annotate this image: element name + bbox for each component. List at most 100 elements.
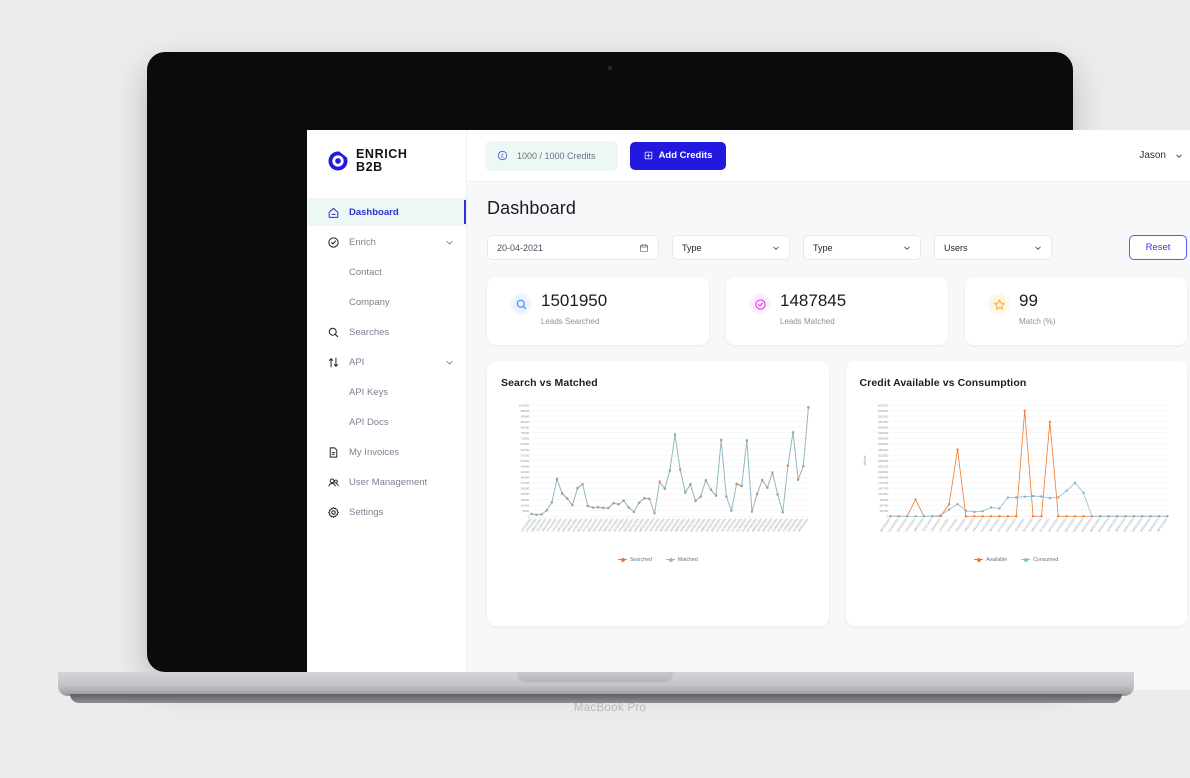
data-point — [725, 495, 728, 498]
data-point — [1165, 515, 1169, 518]
data-point — [571, 504, 574, 507]
topbar: £ 1000 / 1000 Credits Add Credits Jason — [467, 130, 1190, 182]
data-point — [555, 478, 559, 481]
data-point — [653, 512, 656, 515]
data-point — [745, 439, 749, 443]
laptop-lid: MacBook Pro ENRICH B2B Dashboard Enrich … — [147, 52, 1190, 714]
data-point — [632, 510, 636, 514]
y-axis-tick: 311850 — [878, 453, 888, 457]
y-axis-tick: 31200 — [521, 481, 530, 485]
laptop-base-notch — [517, 672, 673, 682]
sidebar-item-api-docs[interactable]: API Docs — [307, 408, 466, 436]
data-point — [622, 499, 625, 502]
user-name: Jason — [1139, 150, 1166, 161]
y-axis-tick: 52000 — [521, 459, 530, 463]
chart-plot: 567000 538650 510300 481950 453600 425250 3969… — [860, 401, 1174, 555]
data-point — [955, 448, 959, 451]
sidebar-item-label: API Keys — [349, 386, 389, 398]
data-point — [1065, 489, 1068, 492]
legend-item[interactable]: Searched — [617, 557, 652, 563]
stat-label: Match (%) — [1019, 316, 1056, 326]
legend-item[interactable]: Available — [974, 557, 1007, 563]
reset-button[interactable]: Reset — [1129, 235, 1187, 260]
legend-swatch — [974, 557, 984, 561]
data-point — [1031, 515, 1034, 518]
series-line — [531, 407, 809, 516]
y-axis-tick: 83200 — [521, 426, 530, 430]
data-point — [1098, 515, 1101, 518]
data-point — [581, 483, 584, 486]
legend-swatch — [617, 557, 627, 561]
y-axis-title: Values — [863, 455, 867, 465]
data-point — [807, 406, 810, 409]
data-point — [1106, 515, 1110, 518]
sidebar-item-api[interactable]: API — [307, 348, 466, 376]
sidebar-item-searches[interactable]: Searches — [307, 318, 466, 346]
data-point — [761, 479, 764, 482]
home-icon — [328, 207, 339, 218]
search-icon — [516, 299, 526, 309]
app-logo[interactable]: ENRICH B2B — [307, 130, 466, 174]
sidebar-item-enrich[interactable]: Enrich — [307, 228, 466, 256]
y-axis-tick: 510300 — [877, 414, 888, 418]
add-credits-button[interactable]: Add Credits — [629, 141, 727, 170]
sidebar-item-contact[interactable]: Contact — [307, 258, 466, 286]
chevron-down-icon[interactable] — [445, 238, 454, 247]
check-circle-icon — [328, 236, 339, 248]
legend-label: Matched — [677, 556, 698, 563]
y-axis-tick: 104000 — [519, 403, 530, 407]
data-point — [1073, 515, 1076, 518]
users-select[interactable]: Users — [934, 235, 1052, 260]
stat-cards: 1501950 Leads Searched 1487845 Leads Matche… — [487, 277, 1187, 345]
data-point — [530, 512, 533, 516]
y-axis-tick: 36400 — [521, 476, 530, 480]
data-point — [897, 515, 900, 518]
legend-swatch — [665, 557, 675, 561]
sidebar-item-company[interactable]: Company — [307, 288, 466, 316]
y-axis-tick: 46800 — [521, 464, 530, 468]
data-point — [939, 514, 942, 517]
sidebar-item-dashboard[interactable]: Dashboard — [307, 198, 466, 226]
star-icon — [993, 298, 1005, 310]
sidebar-item-api-keys[interactable]: API Keys — [307, 378, 466, 406]
chart-title: Search vs Matched — [501, 377, 598, 389]
sidebar-item-label: Enrich — [349, 236, 376, 248]
data-point — [720, 439, 723, 442]
sidebar-item-settings[interactable]: Settings — [307, 498, 466, 526]
data-point — [709, 488, 713, 492]
data-point — [989, 506, 992, 509]
chevron-down-icon[interactable] — [445, 358, 454, 367]
calendar-icon — [640, 243, 648, 252]
y-axis-tick: 62400 — [521, 448, 530, 452]
type-select-2[interactable]: Type — [803, 235, 921, 260]
data-point — [1056, 496, 1059, 499]
data-point — [888, 515, 892, 518]
data-point — [735, 483, 738, 486]
type-select-1[interactable]: Type — [672, 235, 790, 260]
legend-item[interactable]: Matched — [665, 556, 698, 563]
data-point — [617, 503, 620, 506]
y-axis-tick: 57200 — [521, 453, 530, 457]
data-point — [1014, 496, 1017, 499]
data-point — [540, 513, 543, 516]
date-input[interactable]: 20-04-2021 — [487, 235, 659, 260]
data-point — [673, 433, 677, 437]
legend-item[interactable]: Consumed — [1021, 557, 1058, 563]
sidebar-item-my-invoices[interactable]: My Invoices — [307, 438, 466, 466]
stat-text: 99 Match (%) — [1019, 291, 1055, 326]
sidebar-item-user-management[interactable]: User Management — [307, 468, 466, 496]
user-menu[interactable]: Jason — [1139, 150, 1189, 161]
y-axis-tick: 226800 — [877, 470, 888, 474]
legend-label: Consumed — [1033, 556, 1059, 563]
users-select-value: Users — [944, 242, 968, 253]
y-axis-tick: 538650 — [877, 409, 888, 413]
data-point — [663, 487, 666, 491]
chart-title: Credit Available vs Consumption — [859, 377, 1027, 389]
data-point — [1140, 515, 1143, 518]
y-axis-tick: 85050 — [879, 498, 888, 502]
sidebar-item-label: Settings — [349, 506, 384, 518]
y-axis-tick: 72800 — [521, 437, 530, 441]
data-point — [1065, 515, 1068, 518]
y-axis-tick: 255150 — [877, 464, 888, 468]
